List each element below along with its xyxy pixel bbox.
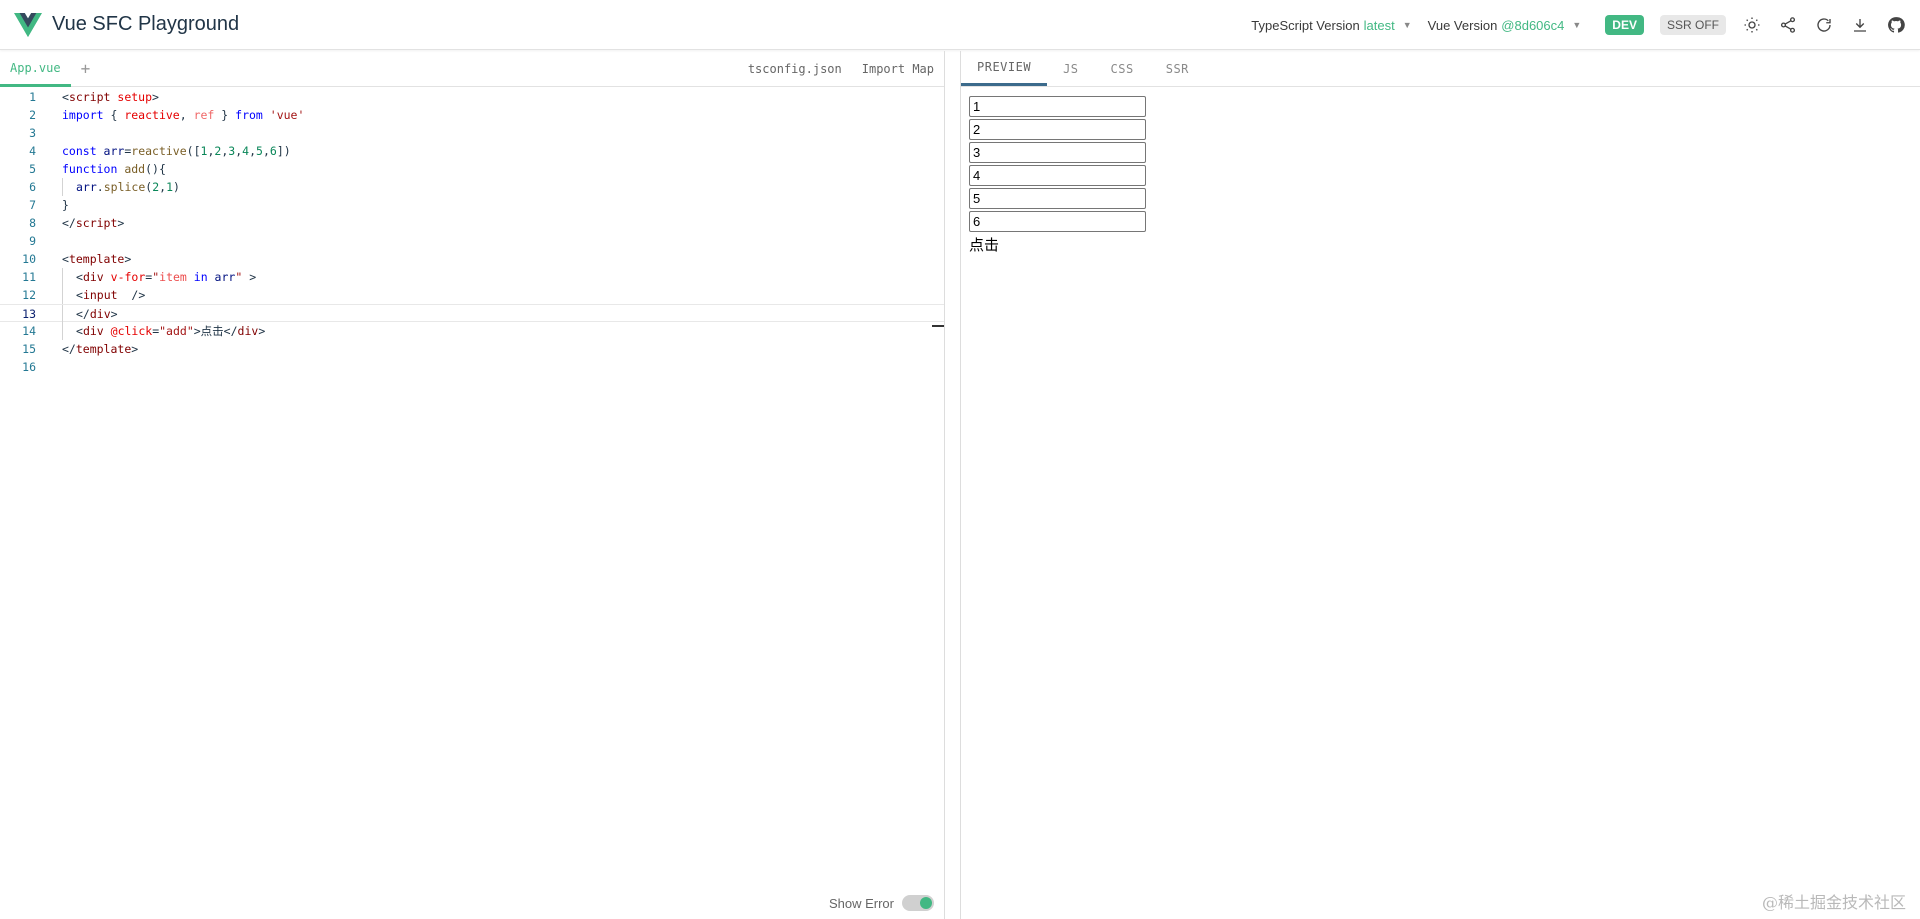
line-number: 4 — [29, 144, 36, 158]
preview-input[interactable] — [969, 165, 1146, 186]
tab-css[interactable]: CSS — [1095, 51, 1150, 86]
line-number: 12 — [22, 288, 36, 302]
line-number: 11 — [22, 270, 36, 284]
line-number: 8 — [29, 216, 36, 230]
chevron-down-icon: ▼ — [1572, 20, 1582, 30]
show-error-label: Show Error — [828, 895, 894, 911]
theme-toggle-icon[interactable] — [1742, 15, 1762, 35]
code-editor[interactable]: 1 <script setup> 2 import { reactive, re… — [0, 87, 944, 919]
list-item — [969, 119, 1912, 140]
tab-preview[interactable]: PREVIEW — [961, 51, 1048, 86]
github-icon[interactable] — [1886, 15, 1906, 35]
tab-tsconfig[interactable]: tsconfig.json — [748, 62, 842, 76]
code-line: 9 — [0, 232, 944, 250]
tab-ssr[interactable]: SSR — [1150, 51, 1205, 86]
preview-input[interactable] — [969, 96, 1146, 117]
list-item — [969, 96, 1912, 117]
line-number: 5 — [29, 162, 36, 176]
code-line: 2 import { reactive, ref } from 'vue' — [0, 106, 944, 124]
list-item — [969, 165, 1912, 186]
tab-import-map[interactable]: Import Map — [862, 62, 934, 76]
app-title: Vue SFC Playground — [52, 13, 240, 35]
tab-js[interactable]: JS — [1047, 51, 1094, 86]
editor-pane: App.vue + tsconfig.json Import Map 1 <sc… — [0, 51, 945, 919]
minimap-cursor-marker — [932, 325, 944, 327]
chevron-down-icon: ▼ — [1402, 20, 1412, 30]
tab-app-vue[interactable]: App.vue — [0, 51, 71, 87]
download-icon[interactable] — [1850, 15, 1870, 35]
preview-input[interactable] — [969, 211, 1146, 232]
code-line: 8 </script> — [0, 214, 944, 232]
vue-logo-icon — [14, 12, 42, 37]
show-error-toggle[interactable]: Show Error — [829, 895, 934, 911]
line-number: 3 — [29, 126, 36, 140]
add-file-button[interactable]: + — [71, 51, 101, 86]
code-line: 6 arr.splice(2,1) — [0, 178, 944, 196]
output-pane: PREVIEW JS CSS SSR 点击 — [960, 51, 1920, 919]
config-tabs: tsconfig.json Import Map — [728, 51, 934, 87]
line-number: 10 — [22, 252, 36, 266]
line-number: 16 — [22, 360, 36, 374]
preview-input[interactable] — [969, 142, 1146, 163]
code-line: 7 } — [0, 196, 944, 214]
output-tabs: PREVIEW JS CSS SSR — [961, 51, 1920, 87]
preview-frame: 点击 — [961, 87, 1920, 264]
line-number: 15 — [22, 342, 36, 356]
share-icon[interactable] — [1778, 15, 1798, 35]
toggle-switch[interactable] — [902, 895, 934, 911]
line-number: 1 — [29, 90, 36, 104]
header-toolbar: TypeScript Version latest ▼ Vue Version … — [1251, 0, 1906, 50]
code-line: 4 const arr=reactive([1,2,3,4,5,6]) — [0, 142, 944, 160]
list-item — [969, 142, 1912, 163]
app-header: Vue SFC Playground TypeScript Version la… — [0, 0, 1920, 50]
code-line: 15 </template> — [0, 340, 944, 358]
typescript-version-value: latest — [1363, 17, 1395, 33]
vue-version-select[interactable]: Vue Version @8d606c4 ▼ — [1428, 18, 1582, 33]
code-line: 12 <input /> — [0, 286, 944, 304]
typescript-version-select[interactable]: TypeScript Version latest ▼ — [1251, 18, 1411, 33]
list-item — [969, 211, 1912, 232]
code-line: 10 <template> — [0, 250, 944, 268]
line-number: 7 — [29, 198, 36, 212]
list-item — [969, 188, 1912, 209]
ssr-toggle-button[interactable]: SSR OFF — [1659, 15, 1726, 35]
click-button[interactable]: 点击 — [969, 234, 1912, 255]
line-number: 9 — [29, 234, 36, 248]
reload-icon[interactable] — [1814, 15, 1834, 35]
line-number: 2 — [29, 108, 36, 122]
line-number: 6 — [29, 180, 36, 194]
site-watermark: @稀土掘金技术社区 — [1761, 893, 1906, 912]
code-line-active: 13 </div> — [0, 304, 944, 323]
typescript-version-label: TypeScript Version — [1251, 17, 1360, 33]
line-number: 13 — [22, 307, 36, 321]
file-tabs: App.vue + tsconfig.json Import Map — [0, 51, 944, 87]
dev-mode-button[interactable]: DEV — [1605, 15, 1644, 35]
vue-version-value: @8d606c4 — [1501, 17, 1565, 33]
preview-input[interactable] — [969, 119, 1146, 140]
code-line: 14 <div @click="add">点击</div> — [0, 322, 944, 340]
toggle-knob — [920, 897, 932, 909]
code-line: 3 — [0, 124, 944, 142]
preview-input[interactable] — [969, 188, 1146, 209]
line-number: 14 — [22, 324, 36, 338]
vue-version-label: Vue Version — [1427, 17, 1498, 33]
code-line: 16 — [0, 358, 944, 376]
code-line: 5 function add(){ — [0, 160, 944, 178]
code-line: 11 <div v-for="item in arr" > — [0, 268, 944, 286]
code-line: 1 <script setup> — [0, 88, 944, 106]
